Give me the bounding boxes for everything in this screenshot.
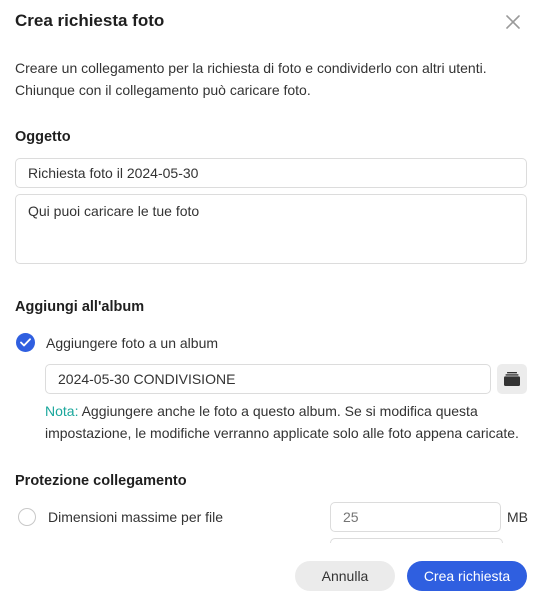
- add-to-album-label: Aggiungere foto a un album: [46, 334, 219, 351]
- album-picker-button[interactable]: [497, 364, 527, 394]
- create-request-button[interactable]: Crea richiesta: [407, 561, 527, 591]
- close-icon: [506, 15, 520, 29]
- description-line-2: Chiunque con il collegamento può caricar…: [15, 82, 311, 98]
- album-name-input[interactable]: [45, 364, 491, 394]
- dialog-title: Crea richiesta foto: [15, 11, 165, 30]
- radio-icon: [18, 508, 36, 526]
- check-icon: [16, 333, 35, 352]
- album-icon: [504, 372, 520, 386]
- subject-heading: Oggetto: [15, 129, 71, 145]
- close-button[interactable]: [501, 10, 525, 34]
- cancel-button[interactable]: Annulla: [295, 561, 395, 591]
- description-line-1: Creare un collegamento per la richiesta …: [15, 60, 487, 76]
- photo-request-dialog: Crea richiesta foto Creare un collegamen…: [0, 0, 542, 602]
- note-text: Aggiungere anche le foto a questo album.…: [45, 403, 519, 441]
- protection-heading: Protezione collegamento: [15, 473, 187, 489]
- max-size-radio[interactable]: Dimensioni massime per file: [16, 508, 223, 526]
- add-to-album-checkbox[interactable]: Aggiungere foto a un album: [16, 333, 218, 352]
- note-prefix: Nota:: [45, 403, 79, 419]
- dialog-description: Creare un collegamento per la richiesta …: [15, 57, 525, 101]
- album-heading: Aggiungi all'album: [15, 299, 145, 315]
- subject-title-input[interactable]: [15, 158, 527, 188]
- next-input-partial: [330, 538, 503, 543]
- subject-message-textarea[interactable]: Qui puoi caricare le tue foto: [15, 194, 527, 264]
- max-size-input[interactable]: [330, 502, 501, 532]
- album-note: Nota: Aggiungere anche le foto a questo …: [45, 400, 530, 444]
- max-size-label: Dimensioni massime per file: [48, 509, 224, 525]
- max-size-unit: MB: [507, 509, 528, 525]
